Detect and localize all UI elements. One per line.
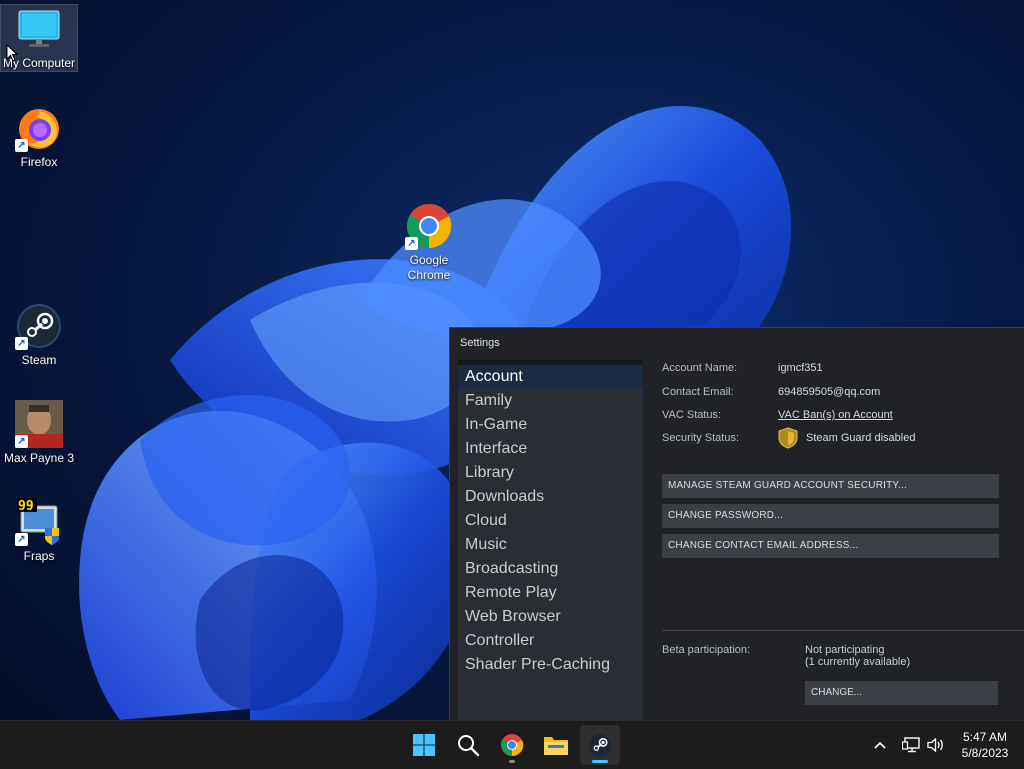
nav-item-broadcasting[interactable]: Broadcasting bbox=[458, 557, 643, 581]
svg-text:99: 99 bbox=[18, 499, 34, 514]
running-indicator bbox=[509, 760, 515, 763]
search-icon bbox=[458, 735, 480, 757]
manage-steam-guard-button[interactable]: MANAGE STEAM GUARD ACCOUNT SECURITY... bbox=[662, 474, 999, 498]
nav-item-music[interactable]: Music bbox=[458, 533, 643, 557]
desktop-icon-label: Max Payne 3 bbox=[3, 451, 75, 465]
account-name-label: Account Name: bbox=[662, 362, 738, 374]
vac-status-row: VAC Status: VAC Ban(s) on Account bbox=[662, 409, 893, 421]
beta-participation-label: Beta participation: bbox=[662, 644, 751, 656]
taskbar: 5:47 AM 5/8/2023 bbox=[0, 720, 1024, 769]
account-name-value: igmcf351 bbox=[778, 362, 823, 374]
speaker-icon bbox=[927, 737, 943, 753]
nav-item-library[interactable]: Library bbox=[458, 461, 643, 485]
shortcut-arrow-icon: ↗ bbox=[15, 435, 28, 448]
desktop-icon-steam[interactable]: ↗ Steam bbox=[1, 302, 77, 368]
fraps-icon: 99 ↗ bbox=[15, 498, 63, 546]
taskbar-clock[interactable]: 5:47 AM 5/8/2023 bbox=[952, 729, 1018, 761]
beta-participation-status: Not participating (1 currently available… bbox=[805, 644, 910, 668]
chrome-icon bbox=[501, 734, 524, 757]
active-indicator bbox=[592, 760, 608, 763]
settings-nav: Account Family In-Game Interface Library… bbox=[458, 360, 643, 726]
nav-item-remote-play[interactable]: Remote Play bbox=[458, 581, 643, 605]
shield-icon bbox=[778, 427, 798, 449]
security-status-label: Security Status: bbox=[662, 432, 740, 444]
show-hidden-icons-button[interactable] bbox=[868, 721, 892, 769]
nav-item-account[interactable]: Account bbox=[458, 365, 643, 389]
shortcut-arrow-icon: ↗ bbox=[15, 337, 28, 350]
nav-item-web-browser[interactable]: Web Browser bbox=[458, 605, 643, 629]
nav-item-controller[interactable]: Controller bbox=[458, 629, 643, 653]
change-contact-email-button[interactable]: CHANGE CONTACT EMAIL ADDRESS... bbox=[662, 534, 999, 558]
desktop-icon-google-chrome[interactable]: ↗ Google Chrome bbox=[391, 202, 467, 283]
vac-status-link[interactable]: VAC Ban(s) on Account bbox=[778, 409, 893, 421]
steam-icon: ↗ bbox=[15, 302, 63, 350]
desktop-icon-firefox[interactable]: ↗ Firefox bbox=[1, 104, 77, 170]
clock-time: 5:47 AM bbox=[962, 730, 1008, 744]
taskbar-file-explorer-button[interactable] bbox=[536, 725, 576, 765]
desktop-icon-label: Steam bbox=[21, 353, 57, 367]
beta-status-text: Not participating bbox=[805, 644, 885, 656]
desktop-icon-label: Fraps bbox=[23, 549, 55, 563]
nav-item-shader-pre-caching[interactable]: Shader Pre-Caching bbox=[458, 653, 643, 677]
max-payne-3-icon: ↗ bbox=[15, 400, 63, 448]
taskbar-steam-button[interactable] bbox=[580, 725, 620, 765]
steam-settings-window: Settings Account Family In-Game Interfac… bbox=[449, 327, 1024, 726]
nav-item-family[interactable]: Family bbox=[458, 389, 643, 413]
chevron-up-icon bbox=[874, 741, 886, 749]
contact-email-label: Contact Email: bbox=[662, 386, 734, 398]
desktop-icon-label: Firefox bbox=[20, 155, 58, 169]
security-status-value-wrap: Steam Guard disabled bbox=[778, 427, 915, 449]
taskbar-chrome-button[interactable] bbox=[492, 725, 532, 765]
mouse-cursor-icon bbox=[6, 44, 18, 62]
shortcut-arrow-icon: ↗ bbox=[15, 139, 28, 152]
security-status-value: Steam Guard disabled bbox=[806, 432, 916, 444]
account-name-row: Account Name: igmcf351 bbox=[662, 362, 823, 374]
shortcut-arrow-icon: ↗ bbox=[15, 533, 28, 546]
windows-logo-icon bbox=[413, 734, 435, 756]
desktop-icon-max-payne-3[interactable]: ↗ Max Payne 3 bbox=[1, 400, 77, 466]
steam-icon bbox=[589, 734, 611, 756]
section-divider bbox=[662, 630, 1024, 631]
contact-email-value: 694859505@qq.com bbox=[778, 386, 881, 398]
security-status-row: Security Status: Steam Guard disabled bbox=[662, 427, 915, 449]
desktop-icon-label: Google Chrome bbox=[407, 253, 451, 282]
window-title: Settings bbox=[460, 337, 500, 349]
contact-email-row: Contact Email: 694859505@qq.com bbox=[662, 386, 880, 398]
volume-button[interactable] bbox=[924, 721, 948, 769]
network-button[interactable] bbox=[899, 721, 923, 769]
search-button[interactable] bbox=[448, 725, 488, 765]
chrome-icon: ↗ bbox=[405, 202, 453, 250]
shortcut-arrow-icon: ↗ bbox=[405, 237, 418, 250]
nav-item-interface[interactable]: Interface bbox=[458, 437, 643, 461]
change-password-button[interactable]: CHANGE PASSWORD... bbox=[662, 504, 999, 528]
folder-icon bbox=[544, 737, 568, 755]
network-icon bbox=[902, 737, 920, 753]
firefox-icon: ↗ bbox=[15, 104, 63, 152]
nav-item-cloud[interactable]: Cloud bbox=[458, 509, 643, 533]
monitor-icon bbox=[15, 5, 63, 53]
beta-available-text: (1 currently available) bbox=[805, 656, 911, 668]
desktop-icon-fraps[interactable]: 99 ↗ Fraps bbox=[1, 498, 77, 564]
nav-item-downloads[interactable]: Downloads bbox=[458, 485, 643, 509]
nav-item-in-game[interactable]: In-Game bbox=[458, 413, 643, 437]
beta-change-button[interactable]: CHANGE... bbox=[805, 681, 998, 705]
clock-date: 5/8/2023 bbox=[961, 746, 1009, 760]
start-button[interactable] bbox=[404, 725, 444, 765]
vac-status-label: VAC Status: bbox=[662, 409, 722, 421]
